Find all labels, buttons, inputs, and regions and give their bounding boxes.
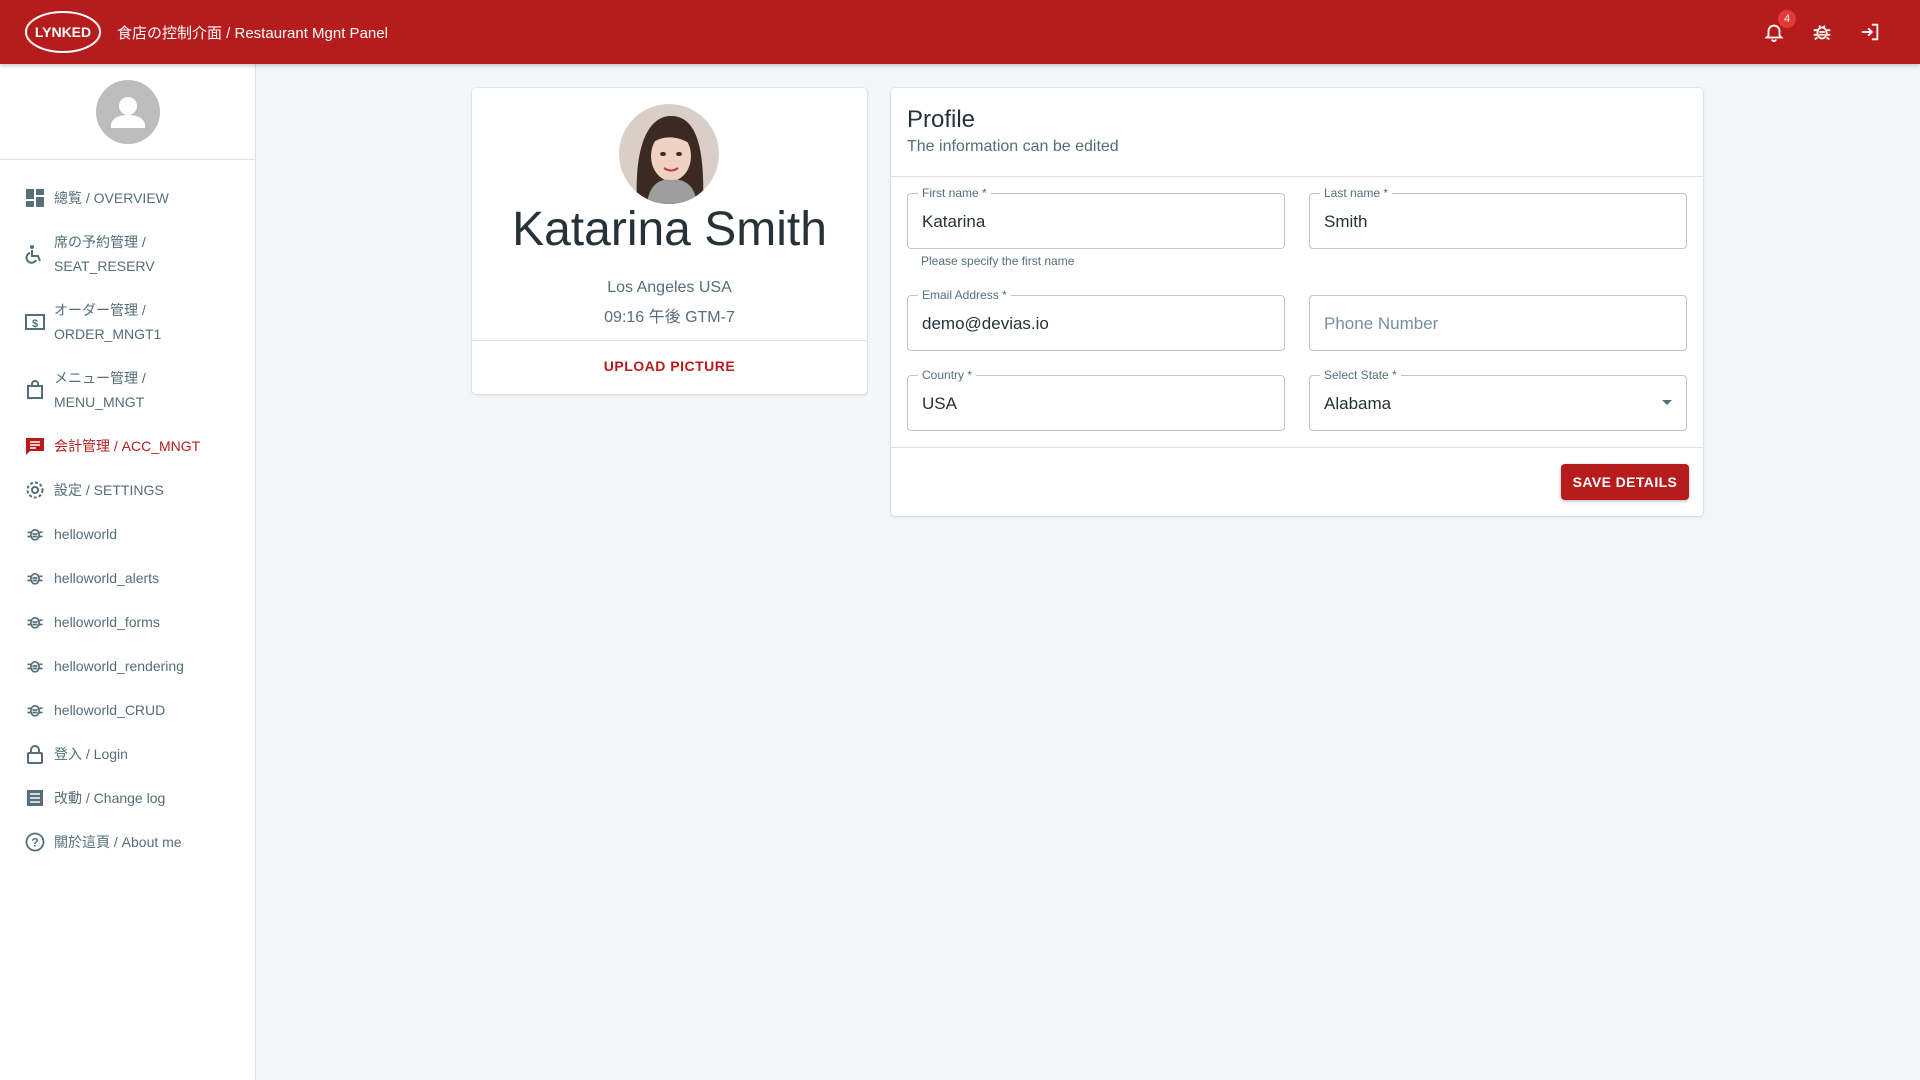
state-value: Alabama bbox=[1324, 394, 1392, 413]
last-name-label: Last name * bbox=[1320, 186, 1393, 200]
sidebar-item-change-log[interactable]: 改動 / Change log bbox=[0, 776, 255, 820]
country-label: Country * bbox=[918, 368, 977, 382]
sidebar-item-label: helloworld_forms bbox=[54, 614, 160, 630]
lock-icon bbox=[24, 743, 46, 765]
person-icon bbox=[111, 97, 145, 128]
sidebar-item-label: helloworld bbox=[54, 526, 118, 542]
help-icon: ? bbox=[24, 831, 46, 853]
money-icon: $ bbox=[24, 311, 46, 333]
sidebar-item-settings[interactable]: 設定 / SETTINGS bbox=[0, 468, 255, 512]
sidebar-item-label: 關於這頁 / About me bbox=[54, 834, 182, 850]
sidebar-item-label: メニュー管理 / MENU_MNGT bbox=[54, 370, 146, 410]
sidebar-item-acc-mngt[interactable]: 会計管理 / ACC_MNGT bbox=[0, 424, 255, 468]
first-name-helper: Please specify the first name bbox=[921, 254, 1075, 268]
sidebar-item-label: helloworld_CRUD bbox=[54, 702, 166, 718]
lynked-logo[interactable]: LYNKED bbox=[24, 10, 102, 54]
last-name-field: Last name * bbox=[1309, 186, 1687, 249]
bug-icon bbox=[1813, 25, 1831, 41]
phone-input[interactable] bbox=[1324, 314, 1652, 334]
sidebar-item-label: helloworld_rendering bbox=[54, 658, 184, 674]
sidebar-item-menu-mngt[interactable]: メニュー管理 / MENU_MNGT bbox=[0, 356, 255, 424]
chat-icon bbox=[24, 435, 46, 457]
country-input[interactable] bbox=[922, 394, 1250, 414]
sidebar-nav: 總覧 / OVERVIEW 席の予約管理 / SEAT_RESERV $ オーダ… bbox=[0, 176, 255, 864]
logout-icon bbox=[1861, 23, 1879, 41]
sidebar-item-label: 總覧 / OVERVIEW bbox=[54, 190, 169, 206]
country-field: Country * bbox=[907, 368, 1285, 431]
state-label: Select State * bbox=[1320, 368, 1401, 382]
email-field: Email Address * bbox=[907, 288, 1285, 351]
app-header: LYNKED 食店の控制介面 / Restaurant Mgnt Panel 4 bbox=[0, 0, 1920, 64]
svg-text:?: ? bbox=[31, 836, 38, 850]
sidebar-item-label: helloworld_alerts bbox=[54, 570, 160, 586]
sidebar-item-order-mngt[interactable]: $ オーダー管理 / ORDER_MNGT1 bbox=[0, 288, 255, 356]
sidebar-item-label: オーダー管理 / ORDER_MNGT1 bbox=[54, 302, 162, 342]
debug-button[interactable] bbox=[1808, 18, 1836, 46]
profile-name: Katarina Smith bbox=[512, 203, 827, 256]
first-name-input[interactable] bbox=[922, 212, 1250, 232]
sidebar-item-helloworld-forms[interactable]: helloworld_forms bbox=[0, 600, 255, 644]
upload-picture-button[interactable]: UPLOAD PICTURE bbox=[472, 340, 867, 392]
sidebar-item-helloworld-rendering[interactable]: helloworld_rendering bbox=[0, 644, 255, 688]
sidebar-item-label: 改動 / Change log bbox=[54, 790, 166, 806]
email-input[interactable] bbox=[922, 314, 1250, 334]
gear-icon bbox=[24, 479, 46, 501]
sidebar-item-helloworld-crud[interactable]: helloworld_CRUD bbox=[0, 688, 255, 732]
profile-photo bbox=[619, 104, 719, 204]
sidebar-item-label: 席の予約管理 / SEAT_RESERV bbox=[54, 234, 155, 274]
first-name-field: First name * bbox=[907, 186, 1285, 249]
sidebar-item-helloworld[interactable]: helloworld bbox=[0, 512, 255, 556]
first-name-label: First name * bbox=[918, 186, 991, 200]
phone-field bbox=[1309, 295, 1687, 351]
sidebar-item-seat-reserv[interactable]: 席の予約管理 / SEAT_RESERV bbox=[0, 220, 255, 288]
sidebar-item-helloworld-alerts[interactable]: helloworld_alerts bbox=[0, 556, 255, 600]
notifications-button[interactable]: 4 bbox=[1760, 10, 1796, 46]
profile-form-card: Profile The information can be edited Fi… bbox=[891, 88, 1703, 516]
sidebar-item-label: 登入 / Login bbox=[54, 746, 128, 762]
sidebar: 總覧 / OVERVIEW 席の予約管理 / SEAT_RESERV $ オーダ… bbox=[0, 64, 256, 1080]
profile-time: 09:16 午後 GTM-7 bbox=[604, 309, 735, 326]
sidebar-item-overview[interactable]: 總覧 / OVERVIEW bbox=[0, 176, 255, 220]
sidebar-item-login[interactable]: 登入 / Login bbox=[0, 732, 255, 776]
app-title: 食店の控制介面 / Restaurant Mgnt Panel bbox=[117, 25, 388, 42]
state-select[interactable]: Select State * Alabama bbox=[1309, 368, 1687, 431]
logo-text: LYNKED bbox=[35, 24, 91, 40]
bug-icon bbox=[24, 523, 46, 545]
bug-icon bbox=[24, 611, 46, 633]
list-icon bbox=[24, 787, 46, 809]
divider bbox=[891, 176, 1703, 177]
sidebar-item-label: 設定 / SETTINGS bbox=[54, 482, 164, 498]
svg-text:$: $ bbox=[32, 318, 38, 330]
sidebar-item-label: 会計管理 / ACC_MNGT bbox=[54, 438, 201, 454]
dashboard-icon bbox=[24, 187, 46, 209]
card-title: Profile bbox=[907, 106, 976, 133]
dropdown-arrow-icon bbox=[1662, 400, 1672, 405]
email-label: Email Address * bbox=[918, 288, 1011, 302]
profile-summary-card: Katarina Smith Los Angeles USA 09:16 午後 … bbox=[472, 88, 867, 394]
save-details-button[interactable]: SAVE DETAILS bbox=[1561, 464, 1689, 500]
wheelchair-icon bbox=[24, 243, 46, 265]
last-name-input[interactable] bbox=[1324, 212, 1652, 232]
logout-button[interactable] bbox=[1856, 18, 1884, 46]
divider bbox=[891, 447, 1703, 448]
card-subtitle: The information can be edited bbox=[907, 138, 1119, 155]
bug-icon bbox=[24, 567, 46, 589]
sidebar-profile bbox=[0, 64, 255, 160]
sidebar-item-about-me[interactable]: ? 關於這頁 / About me bbox=[0, 820, 255, 864]
avatar[interactable] bbox=[96, 80, 160, 144]
profile-location: Los Angeles USA bbox=[607, 279, 732, 296]
bug-icon bbox=[24, 655, 46, 677]
bag-icon bbox=[24, 379, 46, 401]
notification-badge: 4 bbox=[1778, 10, 1796, 28]
bug-icon bbox=[24, 699, 46, 721]
